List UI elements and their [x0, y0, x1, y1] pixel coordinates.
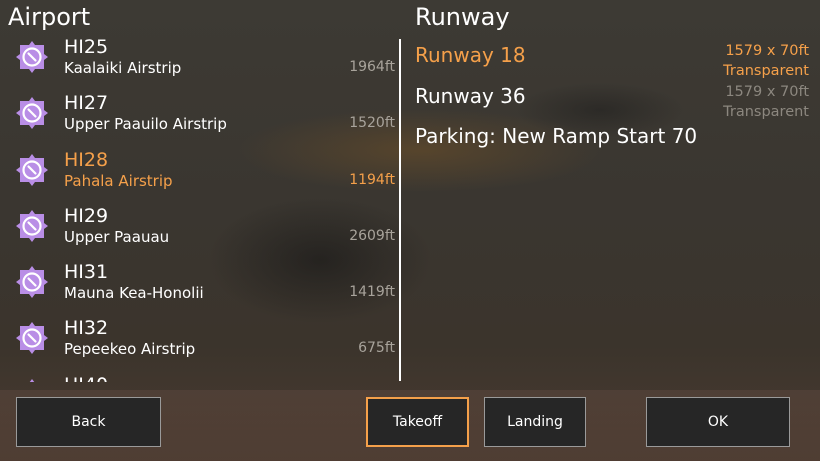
runway-details: 1579 x 70ft Transparent	[723, 41, 809, 81]
airport-length: 675ft	[358, 340, 395, 357]
airport-name: Kaalaiki Airstrip	[64, 59, 182, 77]
airport-list-item[interactable]: HI29 Upper Paauau 2609ft	[0, 203, 400, 259]
airport-code: HI29	[64, 204, 109, 227]
airport-pin-icon	[16, 41, 48, 73]
takeoff-button[interactable]: Takeoff	[366, 397, 469, 447]
airport-pin-icon	[29, 378, 35, 382]
runway-column-title: Runway	[415, 3, 510, 31]
landing-button[interactable]: Landing	[484, 397, 586, 447]
runway-list-item[interactable]: Runway 36 1579 x 70ft Transparent	[405, 79, 820, 120]
runway-label: Parking: New Ramp Start 70	[415, 124, 698, 148]
runway-size: 1579 x 70ft	[725, 83, 809, 100]
runway-list[interactable]: Runway 18 1579 x 70ft Transparent Runway 36…	[405, 38, 820, 160]
airport-list[interactable]: HI25 Kaalaiki Airstrip 1964ft HI27 Upper Paa…	[0, 34, 400, 382]
runway-size: 1579 x 70ft	[725, 43, 809, 59]
airport-pin-icon	[16, 266, 48, 299]
back-button[interactable]: Back	[16, 397, 161, 447]
airport-column-title: Airport	[8, 3, 91, 31]
airport-length: 1419ft	[349, 284, 395, 301]
runway-label: Runway 18	[415, 43, 526, 67]
airport-list-item[interactable]: HI32 Pepeekeo Airstrip 675ft	[0, 315, 400, 371]
runway-list-item[interactable]: Runway 18 1579 x 70ft Transparent	[405, 38, 820, 79]
airport-length: 1194ft	[349, 171, 395, 188]
airport-pin-icon	[16, 97, 48, 130]
airport-pin-icon	[16, 153, 48, 186]
airport-code: HI27	[64, 92, 109, 115]
airport-code: HI25	[64, 36, 109, 58]
airport-length: 1964ft	[349, 59, 395, 75]
airport-name: Upper Paauilo Airstrip	[64, 115, 227, 134]
airport-length: 1520ft	[349, 115, 395, 132]
airport-list-item[interactable]: HI28 Pahala Airstrip 1194ft	[0, 147, 400, 203]
runway-label: Runway 36	[415, 83, 526, 108]
airport-name: Mauna Kea-Honolii	[64, 284, 204, 303]
airport-list-item[interactable]: HI31 Mauna Kea-Honolii 1419ft	[0, 259, 400, 315]
airport-list-item[interactable]: HI27 Upper Paauilo Airstrip 1520ft	[0, 90, 400, 146]
airport-list-item[interactable]: HI25 Kaalaiki Airstrip 1964ft	[0, 34, 400, 90]
airport-code: HI28	[64, 148, 109, 171]
airport-name: Upper Paauau	[64, 227, 170, 246]
airport-pin-icon	[16, 209, 48, 242]
airport-code: HI31	[64, 261, 109, 284]
airport-code: HI40	[64, 374, 108, 382]
scrollbar-track[interactable]	[399, 39, 401, 381]
ok-button[interactable]: OK	[646, 397, 790, 447]
airport-list-item[interactable]: HI40	[0, 372, 400, 382]
airport-length: 2609ft	[349, 227, 395, 244]
runway-list-item[interactable]: Parking: New Ramp Start 70	[405, 119, 820, 160]
runway-details: 1579 x 70ft Transparent	[723, 82, 809, 122]
airport-pin-icon	[16, 322, 48, 355]
airport-name: Pahala Airstrip	[64, 171, 173, 190]
airport-code: HI32	[64, 317, 109, 340]
airport-name: Pepeekeo Airstrip	[64, 340, 196, 359]
